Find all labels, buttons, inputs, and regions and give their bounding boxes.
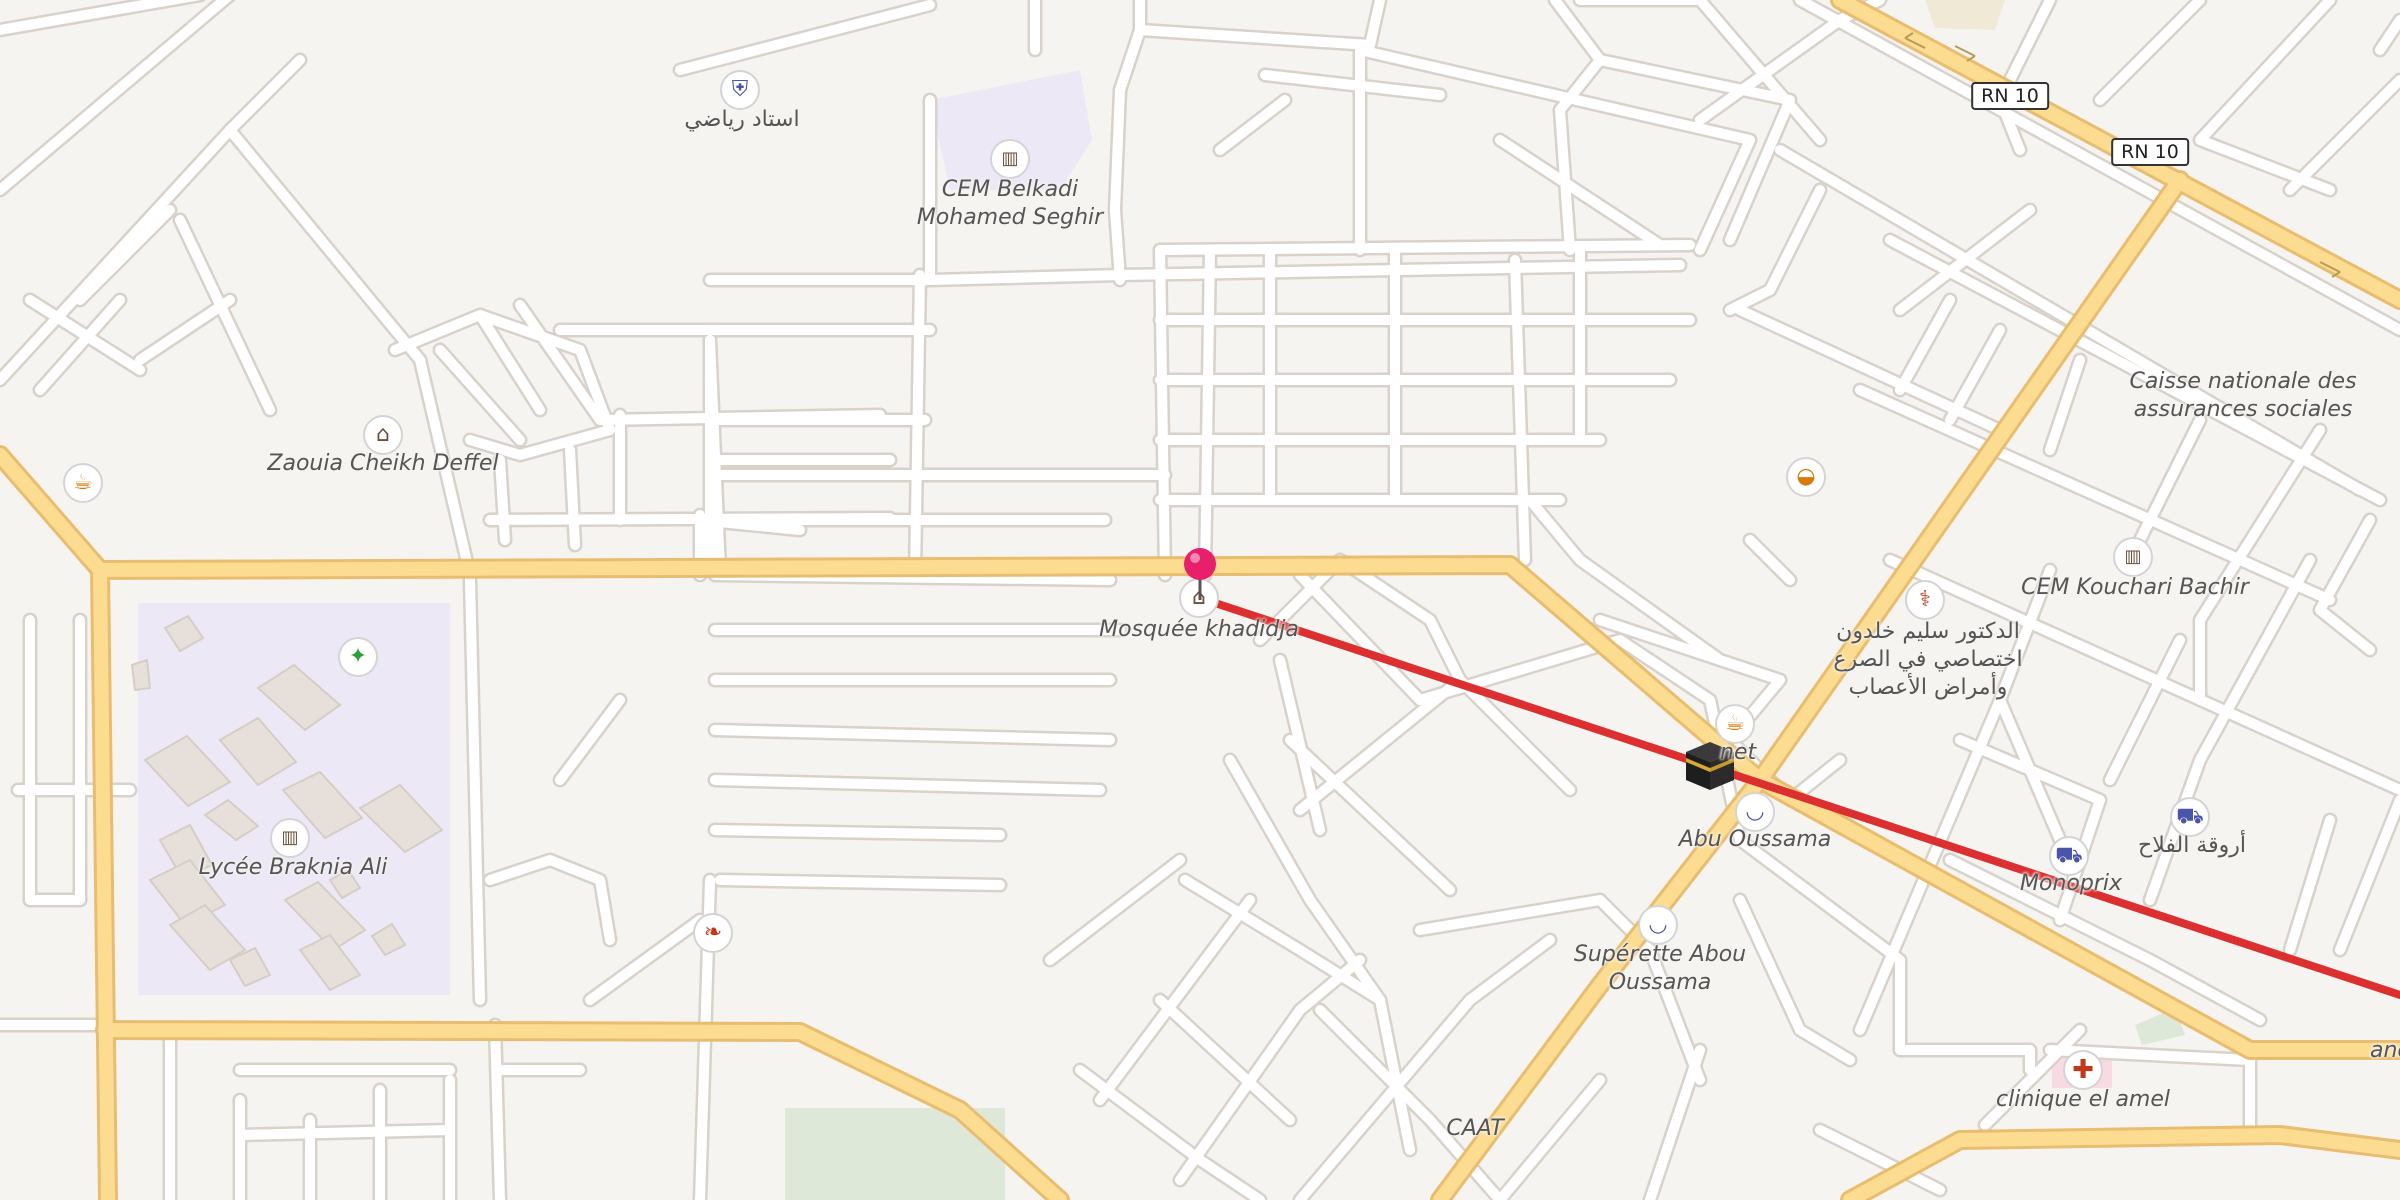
label-cem-belkadi-line2: Mohamed Seghir — [916, 205, 1104, 230]
area-top-right — [1925, 0, 2005, 30]
school-icon[interactable]: ▥ — [270, 818, 310, 858]
clinic-icon[interactable]: ✚ — [2063, 1050, 2103, 1090]
label-monoprix: Monoprix — [2020, 871, 2122, 896]
road-shield-rn10: RN 10 — [2111, 138, 2189, 166]
label-edge-partial: and — [2370, 1038, 2400, 1063]
label-abu-oussama: Abu Oussama — [1678, 827, 1832, 852]
label-doctor-line2: اختصاصي في الصرع — [1833, 647, 2023, 672]
shop-icon[interactable]: ◡ — [1638, 905, 1678, 945]
doctor-icon[interactable]: ⚕ — [1905, 580, 1945, 620]
label-cem-kouchari: CEM Kouchari Bachir — [2021, 575, 2249, 600]
veterinary-icon[interactable]: ❧ — [693, 913, 733, 953]
label-superette-line1: Supérette Abou — [1573, 942, 1747, 967]
location-pin-icon[interactable] — [1182, 546, 1218, 602]
label-doctor-line1: الدكتور سليم خلدون — [1836, 619, 2020, 644]
bakery-icon[interactable]: ◒ — [1786, 457, 1826, 497]
stadium-icon[interactable]: ⛨ — [720, 70, 760, 110]
label-clinique: clinique el amel — [1995, 1087, 2171, 1112]
supermarket-icon[interactable]: ⛟ — [2170, 797, 2210, 837]
label-cafe-partial: net — [1720, 740, 1757, 765]
label-doctor-line3: وأمراض الأعصاب — [1848, 675, 2008, 700]
label-cem-belkadi-line1: CEM Belkadi — [941, 177, 1079, 202]
label-lycee: Lycée Braknia Ali — [198, 855, 388, 880]
school-icon[interactable]: ▥ — [990, 139, 1030, 179]
school-icon[interactable]: ▥ — [2113, 537, 2153, 577]
mosque-icon[interactable]: ⌂ — [363, 415, 403, 455]
label-arwiqat: أروقة الفلاح — [2138, 833, 2246, 858]
cafe-icon[interactable]: ☕ — [63, 463, 103, 503]
label-caat: CAAT — [1446, 1116, 1504, 1141]
map-canvas[interactable]: RN 10 RN 10 ⛨ ▥ ⌂ ☕ ✦ ▥ ❧ ⌂ ◒ ▥ ⚕ ☕ ◡ ◡ … — [0, 0, 2400, 1200]
route-line — [1196, 594, 2400, 999]
label-caisse-line1: Caisse nationale des — [2129, 369, 2357, 394]
label-caisse-line2: assurances sociales — [2133, 397, 2353, 422]
label-superette-line2: Oussama — [1608, 970, 1712, 995]
sports-icon[interactable]: ✦ — [338, 637, 378, 677]
label-zaouia: Zaouia Cheikh Deffel — [267, 451, 499, 476]
road-shield-rn10: RN 10 — [1971, 82, 2049, 110]
label-stadium: استاد رياضي — [684, 107, 800, 132]
label-mosquee: Mosquée khadidja — [1099, 617, 1299, 642]
